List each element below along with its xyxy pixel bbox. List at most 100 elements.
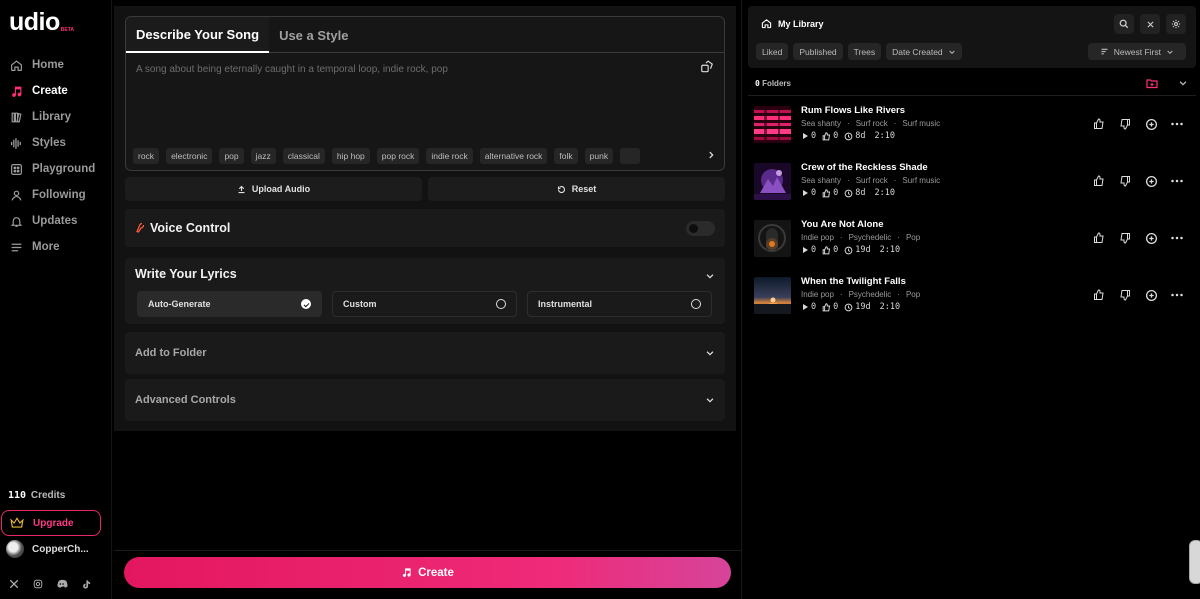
chevron-down-icon[interactable] (705, 271, 715, 281)
voice-control-icon (135, 222, 145, 234)
gear-icon[interactable] (1166, 14, 1186, 34)
nav-item-library[interactable]: Library (0, 104, 112, 130)
genre-chip[interactable]: pop rock (376, 148, 420, 164)
nav-item-home[interactable]: Home (0, 52, 112, 78)
nav-item-create[interactable]: Create (0, 78, 112, 104)
track-title[interactable]: Crew of the Reckless Shade (801, 162, 928, 173)
more-options-icon[interactable] (1170, 231, 1184, 245)
genre-chip[interactable]: alternative rock (479, 148, 548, 164)
create-button[interactable]: Create (124, 557, 731, 588)
track-tag[interactable]: Indie pop (801, 290, 834, 299)
sort-dropdown[interactable]: Newest First (1087, 43, 1186, 60)
thumbs-up-icon[interactable] (1092, 174, 1106, 188)
song-description-input[interactable] (136, 64, 676, 75)
track-tag[interactable]: Psychedelic (849, 233, 892, 242)
play-count: 0 (801, 302, 816, 312)
library-filters: Liked Published Trees Date Created (756, 43, 962, 60)
discord-icon[interactable] (56, 578, 68, 590)
track-tag[interactable]: Pop (906, 233, 920, 242)
nav-item-following[interactable]: Following (0, 182, 112, 208)
track-age: 8d (844, 188, 866, 198)
instagram-icon[interactable] (32, 578, 44, 590)
upgrade-button[interactable]: Upgrade (1, 510, 101, 536)
genre-chip[interactable]: indie rock (426, 148, 473, 164)
filter-published[interactable]: Published (793, 43, 843, 60)
genre-chip[interactable]: jazz (250, 148, 276, 164)
reset-button[interactable]: Reset (428, 177, 725, 201)
tab-describe-your-song[interactable]: Describe Your Song (126, 17, 270, 53)
folders-row: 0 Folders (748, 72, 1196, 96)
search-icon[interactable] (1114, 14, 1134, 34)
nav-item-styles[interactable]: Styles (0, 130, 112, 156)
track-tag[interactable]: Sea shanty (801, 176, 841, 185)
track-row[interactable]: You Are Not Alone Indie pop · Psychedelic… (754, 219, 1190, 259)
side-panel-handle[interactable] (1189, 540, 1200, 584)
genre-chip[interactable]: punk (584, 148, 614, 164)
add-circle-icon[interactable] (1144, 288, 1158, 302)
udio-logo[interactable]: udio BETA (9, 10, 74, 35)
nav-item-more[interactable]: More (0, 234, 112, 260)
nav-item-playground[interactable]: Playground (0, 156, 112, 182)
track-tag[interactable]: Pop (906, 290, 920, 299)
filter-date-created[interactable]: Date Created (886, 43, 962, 60)
add-to-folder-section[interactable]: Add to Folder (125, 332, 725, 374)
track-tag[interactable]: Surf rock (856, 119, 888, 128)
like-count: 0 (822, 131, 838, 141)
lyric-option-auto-generate[interactable]: Auto-Generate (137, 291, 322, 317)
chevron-down-icon[interactable] (705, 348, 715, 358)
genre-chip[interactable]: pop (219, 148, 244, 164)
close-icon[interactable] (1140, 14, 1160, 34)
add-circle-icon[interactable] (1144, 117, 1158, 131)
track-tag[interactable]: Psychedelic (849, 290, 892, 299)
library-header: My Library Liked Published Trees Date Cr… (748, 6, 1196, 68)
x-icon[interactable] (8, 578, 20, 590)
main-nav: Home Create Library Styles Playground Fo… (0, 52, 112, 260)
advanced-controls-section[interactable]: Advanced Controls (125, 379, 725, 421)
genre-chip[interactable]: folk (554, 148, 578, 164)
lyric-option-instrumental[interactable]: Instrumental (527, 291, 712, 317)
track-title[interactable]: Rum Flows Like Rivers (801, 105, 905, 116)
thumbs-down-icon[interactable] (1118, 174, 1132, 188)
track-row[interactable]: When the Twilight Falls Indie pop · Psych… (754, 276, 1190, 316)
thumbs-down-icon[interactable] (1118, 117, 1132, 131)
track-tag[interactable]: Surf music (902, 176, 940, 185)
track-tag[interactable]: Sea shanty (801, 119, 841, 128)
chevron-down-icon[interactable] (1178, 78, 1188, 88)
genre-chip[interactable]: electronic (166, 148, 213, 164)
more-options-icon[interactable] (1170, 288, 1184, 302)
tiktok-icon[interactable] (80, 578, 92, 590)
add-to-folder-label: Add to Folder (135, 347, 207, 359)
more-options-icon[interactable] (1170, 174, 1184, 188)
filter-liked[interactable]: Liked (756, 43, 789, 60)
voice-control-toggle[interactable] (686, 221, 715, 236)
add-folder-icon[interactable] (1146, 78, 1158, 89)
chevron-right-icon[interactable] (706, 150, 716, 160)
genre-chip[interactable]: classical (282, 148, 325, 164)
tab-use-a-style[interactable]: Use a Style (269, 17, 358, 53)
track-row[interactable]: Crew of the Reckless Shade Sea shanty · S… (754, 162, 1190, 202)
thumbs-up-icon[interactable] (1092, 117, 1106, 131)
thumbs-down-icon[interactable] (1118, 231, 1132, 245)
thumbs-up-icon[interactable] (1092, 288, 1106, 302)
track-tag[interactable]: Indie pop (801, 233, 834, 242)
genre-chip[interactable]: rock (133, 148, 160, 164)
more-options-icon[interactable] (1170, 117, 1184, 131)
nav-item-updates[interactable]: Updates (0, 208, 112, 234)
track-title[interactable]: When the Twilight Falls (801, 276, 906, 287)
track-row[interactable]: Rum Flows Like Rivers Sea shanty · Surf r… (754, 105, 1190, 145)
track-title[interactable]: You Are Not Alone (801, 219, 884, 230)
track-tag[interactable]: Surf rock (856, 176, 888, 185)
reset-label: Reset (571, 184, 597, 194)
filter-trees[interactable]: Trees (847, 43, 882, 60)
shuffle-prompt-icon[interactable] (700, 60, 714, 74)
thumbs-up-icon[interactable] (1092, 231, 1106, 245)
thumbs-down-icon[interactable] (1118, 288, 1132, 302)
user-profile[interactable]: CopperCh... (6, 540, 89, 558)
chevron-down-icon[interactable] (705, 395, 715, 405)
genre-chip[interactable]: hip hop (331, 148, 370, 164)
upload-audio-button[interactable]: Upload Audio (125, 177, 422, 201)
track-tag[interactable]: Surf music (902, 119, 940, 128)
lyric-option-custom[interactable]: Custom (332, 291, 517, 317)
add-circle-icon[interactable] (1144, 231, 1158, 245)
add-circle-icon[interactable] (1144, 174, 1158, 188)
